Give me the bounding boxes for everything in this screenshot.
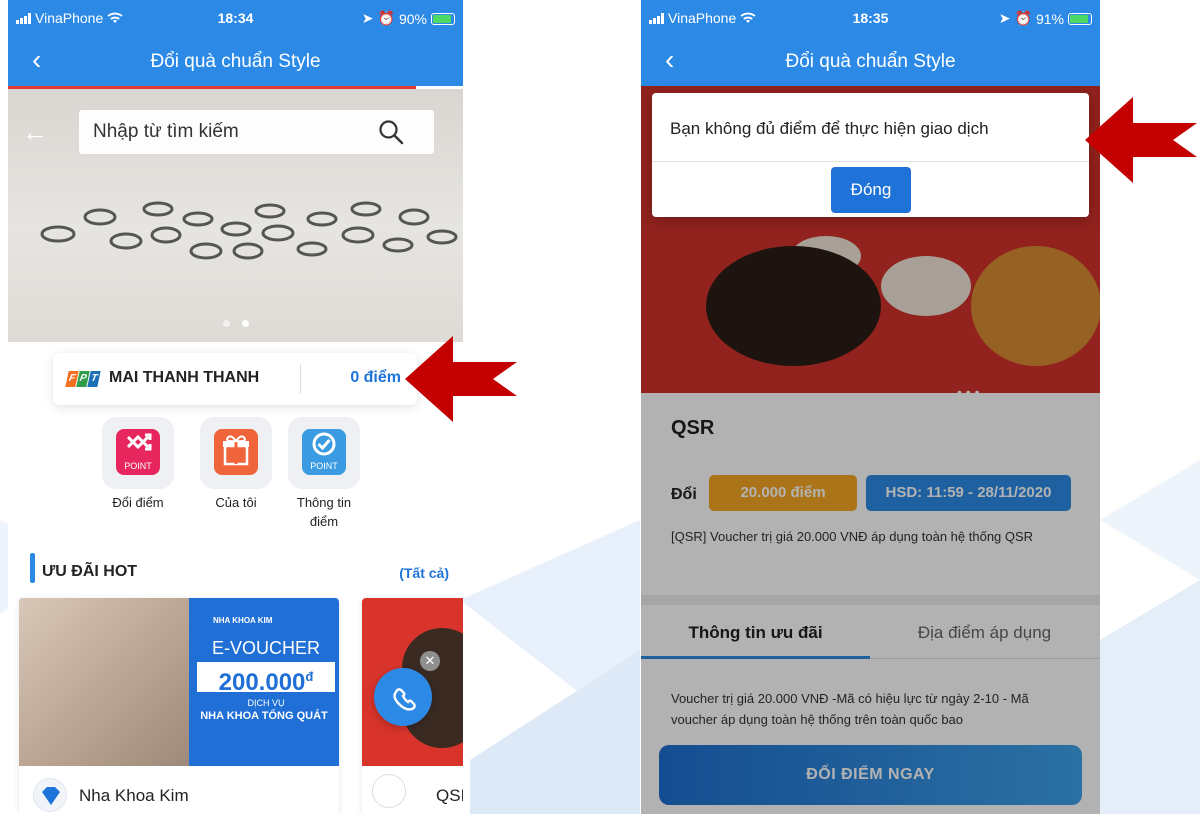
search-input[interactable] (79, 110, 379, 154)
action-label: Thông tin điểm (296, 495, 352, 529)
nav-bar: ‹ Đổi quà chuẩn Style (8, 38, 463, 86)
merchant-logo-icon (33, 778, 67, 812)
quick-actions: POINT Đổi điểm Của tôi POINT Thông tin đ… (98, 417, 378, 529)
search-icon[interactable] (378, 119, 404, 145)
banner-clinic: NHA KHOA KIM (213, 616, 273, 625)
location-icon: ➤ (998, 10, 1011, 26)
status-bar: VinaPhone 18:34 ➤ ⏰ 90% (8, 0, 463, 38)
gift-icon (214, 429, 258, 475)
battery-icon (1068, 12, 1092, 25)
search-bar[interactable] (79, 110, 434, 154)
divider (300, 364, 301, 394)
rings-photo (40, 201, 458, 260)
fpt-logo-icon: FPT (65, 371, 101, 387)
deal-card[interactable]: NHA KHOA KIM E-VOUCHER 200.000đ DỊCH VỤ … (19, 598, 339, 814)
location-icon: ➤ (361, 10, 374, 26)
section-accent (30, 553, 35, 583)
action-my-gifts[interactable]: Của tôi (196, 417, 276, 512)
action-tile: POINT (102, 417, 174, 489)
section-title: ƯU ĐÃI HOT (42, 563, 138, 580)
page-title: Đổi quà chuẩn Style (150, 51, 321, 72)
merchant-name: QSI (436, 786, 463, 805)
banner-amount-box: 200.000đ (197, 662, 335, 696)
banner-service-1: DỊCH VỤ (247, 698, 285, 708)
alarm-icon: ⏰ (1014, 10, 1032, 26)
banner-carousel[interactable]: ← (8, 89, 463, 342)
dialog-message: Bạn không đủ điểm để thực hiện giao dịch (670, 119, 989, 138)
member-points: 0 điểm (350, 369, 401, 386)
action-label: Của tôi (215, 495, 257, 510)
left-phone-screen: VinaPhone 18:34 ➤ ⏰ 90% ‹ Đổi quà chuẩn … (8, 0, 463, 814)
battery-icon (431, 12, 455, 25)
page-title: Đổi quà chuẩn Style (785, 51, 956, 72)
member-points-card[interactable]: FPT MAI THANH THANH 0 điểm (53, 353, 417, 405)
carousel-dot-active[interactable] (241, 320, 249, 327)
member-name: MAI THANH THANH (109, 369, 260, 386)
status-right: ➤ ⏰ 90% (362, 10, 455, 27)
banner-service-2: NHA KHOA TỔNG QUÁT (200, 710, 328, 722)
banner-currency: đ (305, 669, 314, 684)
deal-footer: Nha Khoa Kim (19, 766, 339, 814)
merchant-name: Nha Khoa Kim (79, 786, 189, 805)
carousel-dots (8, 314, 463, 332)
nav-bar: ‹ Đổi quà chuẩn Style (641, 38, 1100, 86)
dialog-divider (652, 161, 1089, 162)
merchant-logo-icon (372, 774, 406, 808)
action-exchange-points[interactable]: POINT Đổi điểm (98, 417, 178, 512)
alarm-icon: ⏰ (377, 10, 395, 26)
carousel-dot[interactable] (222, 320, 230, 327)
deal-banner: NHA KHOA KIM E-VOUCHER 200.000đ DỊCH VỤ … (19, 598, 339, 766)
alert-dialog: Bạn không đủ điểm để thực hiện giao dịch… (652, 93, 1089, 217)
point-tag: POINT (310, 461, 338, 471)
dental-photo (19, 598, 189, 766)
close-icon[interactable]: ✕ (420, 651, 440, 671)
phone-icon (393, 688, 416, 711)
red-arrow-icon (405, 336, 517, 422)
status-right: ➤ ⏰ 91% (999, 10, 1092, 27)
close-dialog-button[interactable]: Đóng (831, 167, 911, 213)
action-tile: POINT (288, 417, 360, 489)
action-tile (200, 417, 272, 489)
banner-amount: 200.000 (218, 669, 306, 696)
see-all-link[interactable]: (Tất cả) (399, 565, 449, 581)
red-arrow-icon (1085, 97, 1197, 183)
point-tag: POINT (124, 461, 152, 471)
arrow-left-icon[interactable]: ← (22, 117, 48, 148)
hot-deals-header: ƯU ĐÃI HOT (Tất cả) (30, 551, 455, 595)
action-point-info[interactable]: POINT Thông tin điểm (284, 417, 364, 531)
battery-percent: 91% (1035, 10, 1064, 27)
action-label: Đổi điểm (112, 495, 164, 510)
status-bar: VinaPhone 18:35 ➤ ⏰ 91% (641, 0, 1100, 38)
banner-title: E-VOUCHER (211, 638, 320, 658)
right-phone-screen: VinaPhone 18:35 ➤ ⏰ 91% ‹ Đổi quà chuẩn … (641, 0, 1100, 814)
battery-percent: 90% (398, 10, 427, 27)
call-button[interactable] (374, 668, 432, 726)
